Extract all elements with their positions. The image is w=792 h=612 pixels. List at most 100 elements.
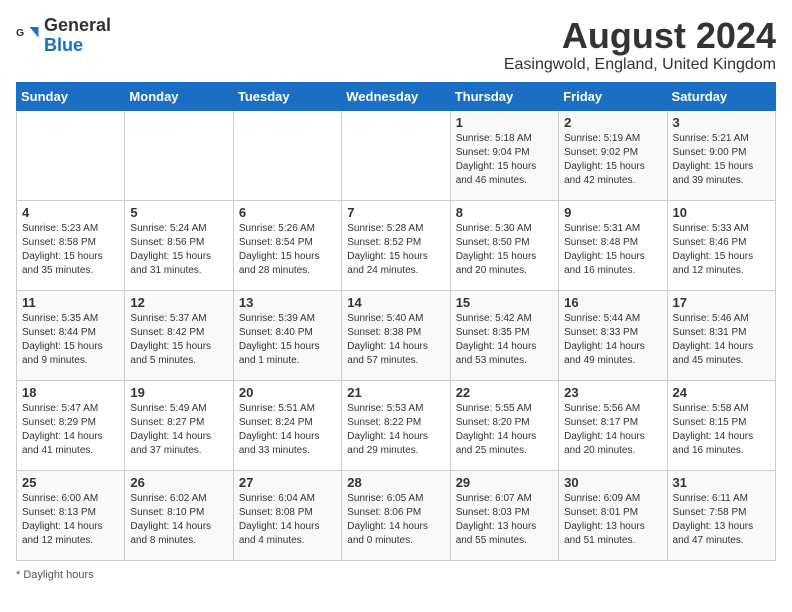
day-info: Sunrise: 5:53 AM Sunset: 8:22 PM Dayligh… — [347, 402, 444, 458]
calendar-cell: 20Sunrise: 5:51 AM Sunset: 8:24 PM Dayli… — [233, 380, 341, 470]
month-title: August 2024 — [504, 16, 776, 56]
calendar-cell: 5Sunrise: 5:24 AM Sunset: 8:56 PM Daylig… — [125, 200, 233, 290]
day-info: Sunrise: 5:42 AM Sunset: 8:35 PM Dayligh… — [456, 312, 553, 368]
col-header-tuesday: Tuesday — [233, 82, 341, 110]
day-number: 31 — [673, 475, 770, 490]
day-info: Sunrise: 5:31 AM Sunset: 8:48 PM Dayligh… — [564, 222, 661, 278]
day-number: 30 — [564, 475, 661, 490]
day-info: Sunrise: 6:02 AM Sunset: 8:10 PM Dayligh… — [130, 492, 227, 548]
calendar-cell: 12 Sunrise: 5:37 AM Sunset: 8:42 PM Dayli… — [125, 290, 233, 380]
location-title: Easingwold, England, United Kingdom — [504, 56, 776, 74]
calendar-cell: 30 Sunrise: 6:09 AM Sunset: 8:01 PM Dayli… — [559, 470, 667, 560]
calendar-cell: 28 Sunrise: 6:05 AM Sunset: 8:06 PM Dayli… — [342, 470, 450, 560]
day-info: Sunrise: 5:47 AM Sunset: 8:29 PM Dayligh… — [22, 402, 119, 458]
day-info: Sunrise: 6:11 AM Sunset: 7:58 PM Dayligh… — [673, 492, 770, 548]
calendar-header-row: SundayMondayTuesdayWednesdayThursdayFrid… — [17, 82, 776, 110]
calendar-cell: 3Sunrise: 5:21 AM Sunset: 9:00 PM Daylig… — [667, 110, 775, 200]
logo-icon: G — [16, 24, 40, 48]
day-info: Sunrise: 5:28 AM Sunset: 8:52 PM Dayligh… — [347, 222, 444, 278]
calendar-cell: 22Sunrise: 5:55 AM Sunset: 8:20 PM Dayli… — [450, 380, 558, 470]
day-number: 13 — [239, 295, 336, 310]
day-info: Sunrise: 5:24 AM Sunset: 8:56 PM Dayligh… — [130, 222, 227, 278]
col-header-sunday: Sunday — [17, 82, 125, 110]
day-info: Sunrise: 5:19 AM Sunset: 9:02 PM Dayligh… — [564, 132, 661, 188]
day-number: 3 — [673, 115, 770, 130]
day-number: 15 — [456, 295, 553, 310]
day-info: Sunrise: 6:05 AM Sunset: 8:06 PM Dayligh… — [347, 492, 444, 548]
calendar-cell: 18 Sunrise: 5:47 AM Sunset: 8:29 PM Dayli… — [17, 380, 125, 470]
day-info: Sunrise: 5:30 AM Sunset: 8:50 PM Dayligh… — [456, 222, 553, 278]
day-number: 12 — [130, 295, 227, 310]
calendar-cell — [125, 110, 233, 200]
calendar-cell: 4 Sunrise: 5:23 AM Sunset: 8:58 PM Daylig… — [17, 200, 125, 290]
calendar-cell: 11Sunrise: 5:35 AM Sunset: 8:44 PM Dayli… — [17, 290, 125, 380]
day-info: Sunrise: 5:58 AM Sunset: 8:15 PM Dayligh… — [673, 402, 770, 458]
calendar-cell — [342, 110, 450, 200]
calendar-cell: 7 Sunrise: 5:28 AM Sunset: 8:52 PM Daylig… — [342, 200, 450, 290]
day-info: Sunrise: 5:35 AM Sunset: 8:44 PM Dayligh… — [22, 312, 119, 368]
title-area: August 2024 Easingwold, England, United … — [504, 16, 776, 74]
day-number: 1 — [456, 115, 553, 130]
calendar-cell: 13 Sunrise: 5:39 AM Sunset: 8:40 PM Dayli… — [233, 290, 341, 380]
day-number: 10 — [673, 205, 770, 220]
day-number: 19 — [130, 385, 227, 400]
calendar-cell: 16 Sunrise: 5:44 AM Sunset: 8:33 PM Dayli… — [559, 290, 667, 380]
day-number: 16 — [564, 295, 661, 310]
day-number: 21 — [347, 385, 444, 400]
calendar-cell: 19 Sunrise: 5:49 AM Sunset: 8:27 PM Dayli… — [125, 380, 233, 470]
day-info: Sunrise: 5:18 AM Sunset: 9:04 PM Dayligh… — [456, 132, 553, 188]
calendar-cell: 29 Sunrise: 6:07 AM Sunset: 8:03 PM Dayli… — [450, 470, 558, 560]
calendar-week-1: 1 Sunrise: 5:18 AM Sunset: 9:04 PM Daylig… — [17, 110, 776, 200]
calendar-cell: 8Sunrise: 5:30 AM Sunset: 8:50 PM Daylig… — [450, 200, 558, 290]
logo: G General Blue — [16, 16, 111, 56]
day-info: Sunrise: 5:51 AM Sunset: 8:24 PM Dayligh… — [239, 402, 336, 458]
calendar-cell: 15 Sunrise: 5:42 AM Sunset: 8:35 PM Dayli… — [450, 290, 558, 380]
day-number: 24 — [673, 385, 770, 400]
col-header-saturday: Saturday — [667, 82, 775, 110]
calendar-cell: 31 Sunrise: 6:11 AM Sunset: 7:58 PM Dayli… — [667, 470, 775, 560]
header: G General Blue August 2024 Easingwold, E… — [16, 16, 776, 74]
day-info: Sunrise: 5:56 AM Sunset: 8:17 PM Dayligh… — [564, 402, 661, 458]
calendar-cell: 25Sunrise: 6:00 AM Sunset: 8:13 PM Dayli… — [17, 470, 125, 560]
day-info: Sunrise: 5:23 AM Sunset: 8:58 PM Dayligh… — [22, 222, 119, 278]
day-info: Sunrise: 5:40 AM Sunset: 8:38 PM Dayligh… — [347, 312, 444, 368]
day-number: 26 — [130, 475, 227, 490]
calendar-week-3: 11Sunrise: 5:35 AM Sunset: 8:44 PM Dayli… — [17, 290, 776, 380]
footer-note: * Daylight hours — [16, 569, 776, 581]
day-info: Sunrise: 5:49 AM Sunset: 8:27 PM Dayligh… — [130, 402, 227, 458]
calendar-cell: 6Sunrise: 5:26 AM Sunset: 8:54 PM Daylig… — [233, 200, 341, 290]
day-info: Sunrise: 6:07 AM Sunset: 8:03 PM Dayligh… — [456, 492, 553, 548]
day-number: 23 — [564, 385, 661, 400]
day-number: 14 — [347, 295, 444, 310]
day-info: Sunrise: 5:44 AM Sunset: 8:33 PM Dayligh… — [564, 312, 661, 368]
day-number: 7 — [347, 205, 444, 220]
day-info: Sunrise: 5:39 AM Sunset: 8:40 PM Dayligh… — [239, 312, 336, 368]
day-info: Sunrise: 6:09 AM Sunset: 8:01 PM Dayligh… — [564, 492, 661, 548]
calendar-week-4: 18 Sunrise: 5:47 AM Sunset: 8:29 PM Dayli… — [17, 380, 776, 470]
calendar-week-5: 25Sunrise: 6:00 AM Sunset: 8:13 PM Dayli… — [17, 470, 776, 560]
day-number: 17 — [673, 295, 770, 310]
svg-text:G: G — [16, 27, 24, 39]
calendar-cell — [17, 110, 125, 200]
calendar-cell: 14 Sunrise: 5:40 AM Sunset: 8:38 PM Dayli… — [342, 290, 450, 380]
calendar-cell: 24 Sunrise: 5:58 AM Sunset: 8:15 PM Dayli… — [667, 380, 775, 470]
day-number: 29 — [456, 475, 553, 490]
day-number: 22 — [456, 385, 553, 400]
calendar-cell: 2Sunrise: 5:19 AM Sunset: 9:02 PM Daylig… — [559, 110, 667, 200]
calendar-cell: 17 Sunrise: 5:46 AM Sunset: 8:31 PM Dayli… — [667, 290, 775, 380]
calendar-table: SundayMondayTuesdayWednesdayThursdayFrid… — [16, 82, 776, 561]
day-info: Sunrise: 5:37 AM Sunset: 8:42 PM Dayligh… — [130, 312, 227, 368]
day-number: 4 — [22, 205, 119, 220]
daylight-hours-label: Daylight hours — [23, 569, 93, 581]
day-info: Sunrise: 6:00 AM Sunset: 8:13 PM Dayligh… — [22, 492, 119, 548]
calendar-cell: 9Sunrise: 5:31 AM Sunset: 8:48 PM Daylig… — [559, 200, 667, 290]
col-header-wednesday: Wednesday — [342, 82, 450, 110]
calendar-week-2: 4 Sunrise: 5:23 AM Sunset: 8:58 PM Daylig… — [17, 200, 776, 290]
day-number: 18 — [22, 385, 119, 400]
day-number: 6 — [239, 205, 336, 220]
calendar-cell: 10 Sunrise: 5:33 AM Sunset: 8:46 PM Dayli… — [667, 200, 775, 290]
day-info: Sunrise: 5:46 AM Sunset: 8:31 PM Dayligh… — [673, 312, 770, 368]
calendar-cell: 1 Sunrise: 5:18 AM Sunset: 9:04 PM Daylig… — [450, 110, 558, 200]
day-info: Sunrise: 5:33 AM Sunset: 8:46 PM Dayligh… — [673, 222, 770, 278]
day-number: 28 — [347, 475, 444, 490]
